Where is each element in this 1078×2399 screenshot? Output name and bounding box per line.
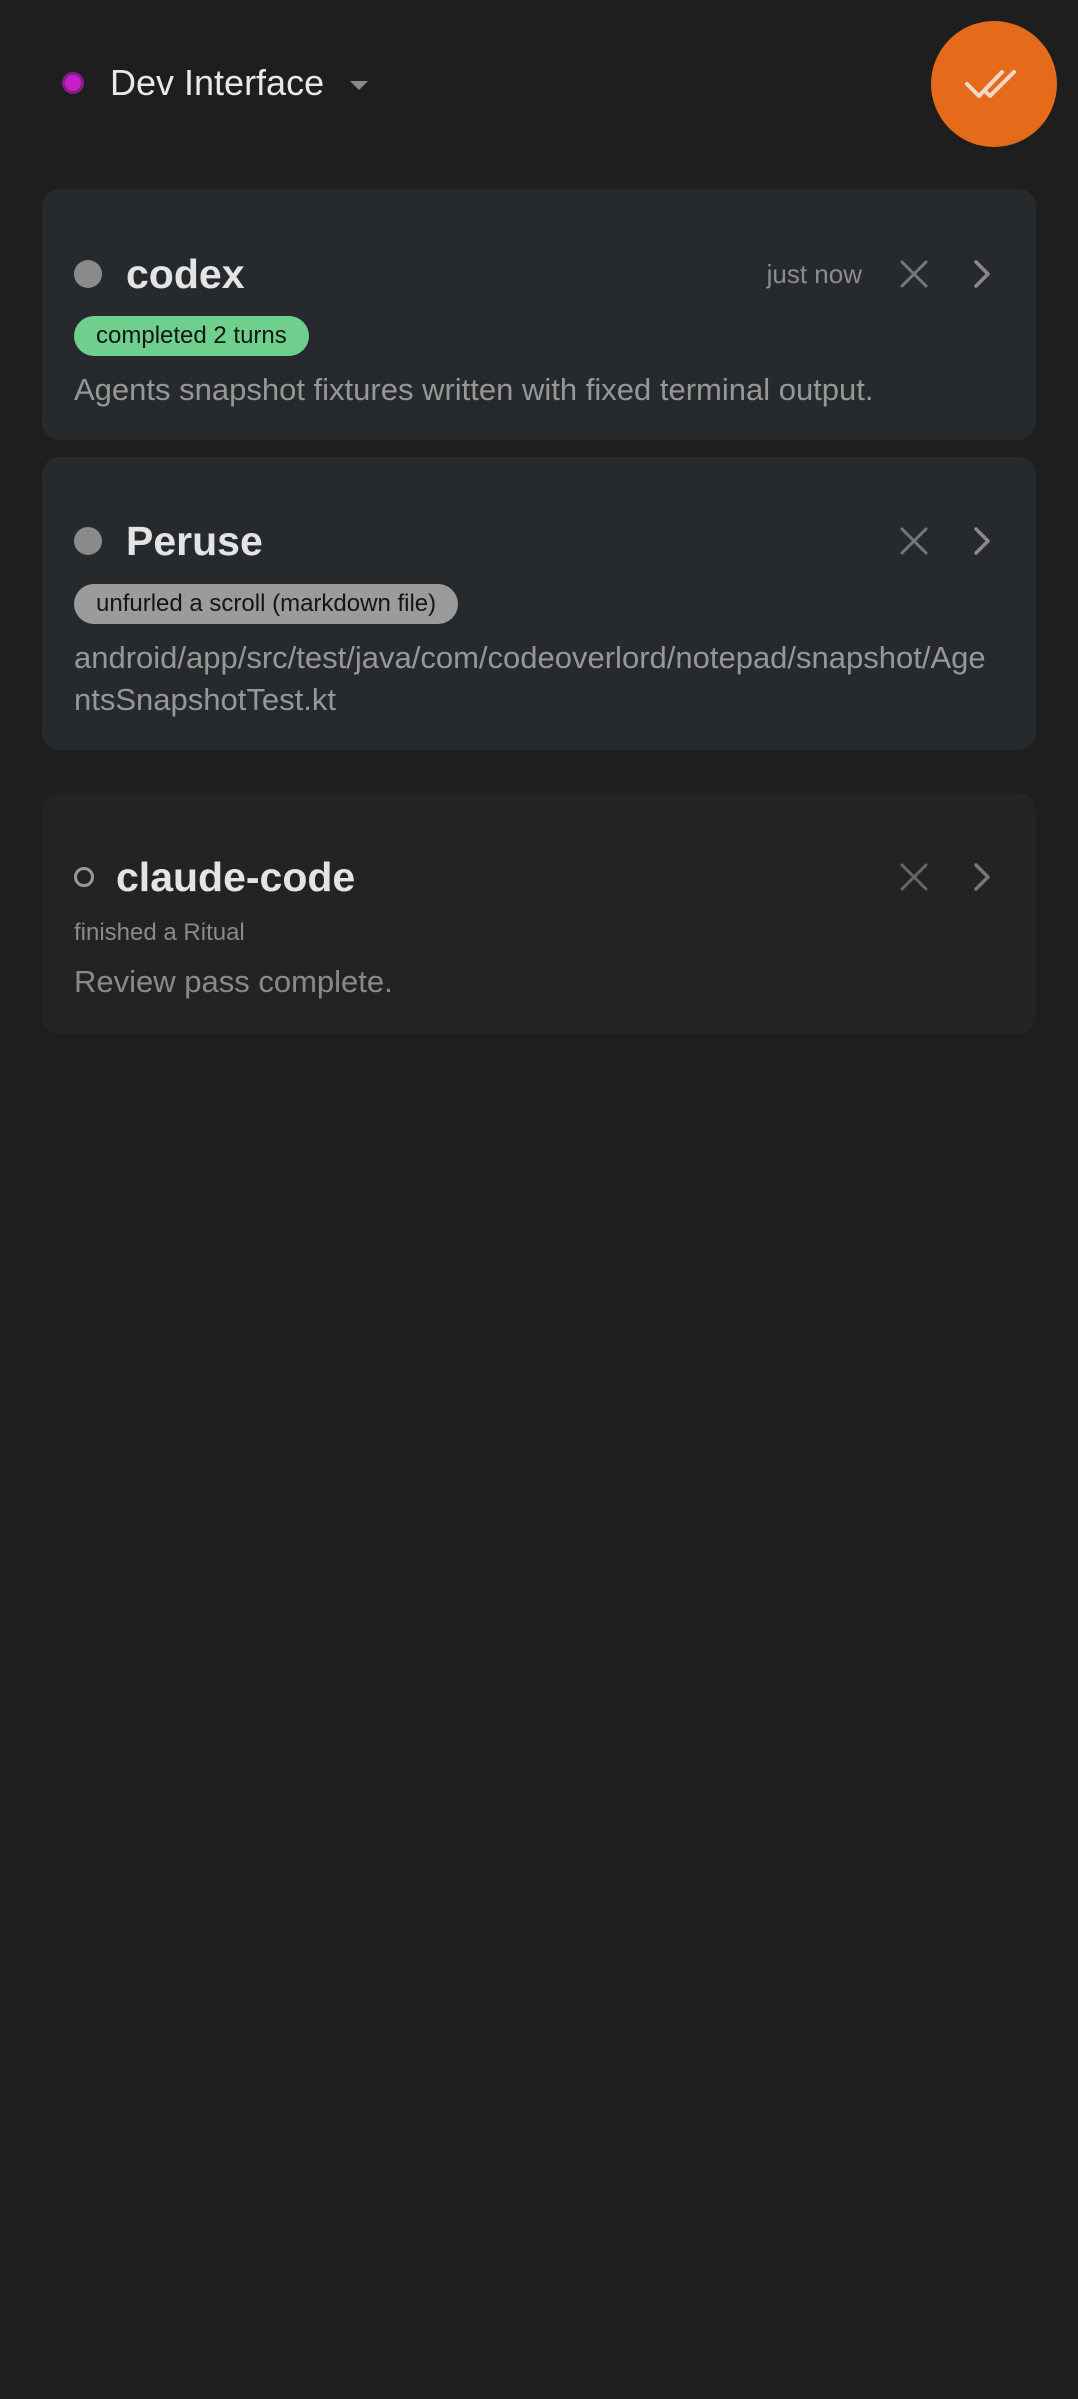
agent-description: android/app/src/test/java/com/codeoverlo… — [74, 640, 986, 717]
open-agent-button[interactable] — [960, 519, 1004, 563]
chevron-right-icon — [974, 260, 990, 288]
agent-activity: finished a Ritual — [74, 919, 245, 946]
chevron-right-icon — [974, 863, 990, 891]
open-agent-button[interactable] — [960, 252, 1004, 296]
dismiss-button[interactable] — [892, 855, 936, 899]
agent-name: Peruse — [126, 517, 263, 564]
agent-name: claude-code — [116, 853, 356, 900]
agent-card-codex[interactable]: codex just now completed 2 turns Agents … — [42, 189, 1036, 440]
interface-selector[interactable]: Dev Interface — [62, 52, 369, 114]
chevron-down-icon — [350, 80, 369, 90]
close-icon — [900, 260, 928, 288]
interface-name: Dev Interface — [110, 62, 325, 103]
mark-all-read-button[interactable] — [931, 21, 1057, 147]
agents-screen: Dev Interface codex just now completed 2… — [0, 0, 1078, 2399]
dismiss-button[interactable] — [892, 519, 936, 563]
dismiss-button[interactable] — [892, 252, 936, 296]
status-badge: completed 2 turns — [74, 316, 309, 356]
status-badge: unfurled a scroll (markdown file) — [74, 584, 459, 624]
agent-description: Agents snapshot fixtures written with fi… — [74, 372, 874, 407]
timestamp: just now — [766, 258, 862, 289]
interface-status-dot — [62, 72, 84, 94]
agent-name: codex — [126, 250, 245, 297]
agent-status-dot — [74, 867, 94, 887]
agent-description: Review pass complete. — [74, 964, 393, 999]
chevron-right-icon — [974, 527, 990, 555]
agent-status-dot — [74, 527, 102, 555]
agent-status-dot — [74, 260, 102, 288]
agent-card-claude-code[interactable]: claude-code finished a Ritual Review pas… — [42, 793, 1036, 1034]
double-check-icon — [965, 70, 1016, 98]
agent-card-peruse[interactable]: Peruse unfurled a scroll (markdown file)… — [42, 457, 1036, 750]
open-agent-button[interactable] — [960, 855, 1004, 899]
close-icon — [900, 527, 928, 555]
close-icon — [900, 863, 928, 891]
